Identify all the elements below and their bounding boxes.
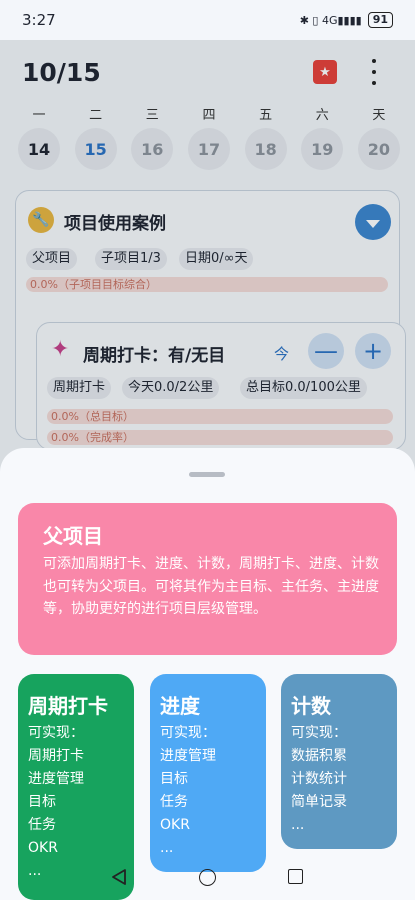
feature-item: 进度管理 [160, 748, 216, 764]
status-bar: 3:27 ✱ ▯ 4G▮▮▮▮ 91 [0, 0, 415, 40]
feature-list: 可实现： 周期打卡 进度管理 目标 任务 OKR ... [28, 722, 84, 883]
feature-item: 可实现： [291, 725, 347, 741]
feature-item: ... [28, 863, 42, 879]
feature-item: 数据积累 [291, 748, 347, 764]
progress-feature-card[interactable]: 进度 可实现： 进度管理 目标 任务 OKR ... [150, 674, 266, 872]
count-feature-card[interactable]: 计数 可实现： 数据积累 计数统计 简单记录 ... [281, 674, 397, 849]
parent-card-description: 可添加周期打卡、进度、计数，周期打卡、进度、计数也可转为父项目。可将其作为主目标… [43, 556, 379, 617]
nav-back-icon[interactable] [110, 868, 128, 886]
feature-item: 简单记录 [291, 794, 347, 810]
nav-recent-icon[interactable] [288, 869, 303, 884]
feature-item: 周期打卡 [28, 748, 84, 764]
feature-item: OKR [160, 817, 190, 833]
feature-item: 任务 [160, 794, 188, 810]
signal-icons: ✱ ▯ 4G▮▮▮▮ [299, 13, 362, 27]
feature-title: 进度 [160, 694, 200, 718]
feature-item: ... [291, 817, 305, 833]
feature-item: 计数统计 [291, 771, 347, 787]
feature-item: 进度管理 [28, 771, 84, 787]
feature-title: 计数 [291, 694, 331, 718]
checkin-feature-card[interactable]: 周期打卡 可实现： 周期打卡 进度管理 目标 任务 OKR ... [18, 674, 134, 900]
sheet-handle[interactable] [189, 472, 225, 477]
feature-item: OKR [28, 840, 58, 856]
bottom-sheet: 父项目 可添加周期打卡、进度、计数，周期打卡、进度、计数也可转为父项目。可将其作… [0, 448, 415, 900]
battery-icon: 91 [367, 12, 393, 28]
status-icons: ✱ ▯ 4G▮▮▮▮ 91 [300, 12, 393, 28]
parent-card-title: 父项目 [43, 524, 103, 548]
feature-list: 可实现： 进度管理 目标 任务 OKR ... [160, 722, 216, 860]
nav-home-icon[interactable] [199, 869, 216, 886]
parent-project-card[interactable]: 父项目 可添加周期打卡、进度、计数，周期打卡、进度、计数也可转为父项目。可将其作… [18, 503, 397, 655]
feature-list: 可实现： 数据积累 计数统计 简单记录 ... [291, 722, 347, 837]
feature-item: 目标 [160, 771, 188, 787]
feature-item: 可实现： [28, 725, 84, 741]
feature-title: 周期打卡 [28, 694, 108, 718]
feature-item: ... [160, 840, 174, 856]
feature-item: 可实现： [160, 725, 216, 741]
feature-item: 任务 [28, 817, 56, 833]
feature-item: 目标 [28, 794, 56, 810]
status-time: 3:27 [22, 11, 56, 29]
